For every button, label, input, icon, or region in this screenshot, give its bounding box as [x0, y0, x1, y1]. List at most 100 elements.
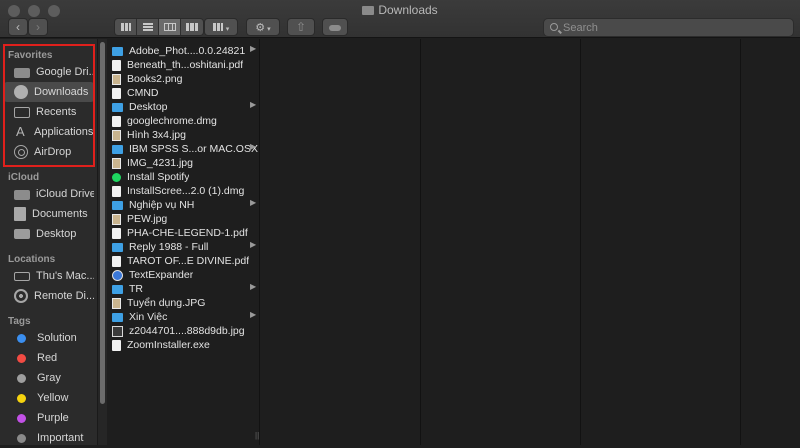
- document-icon: [112, 185, 121, 197]
- icon-view-button[interactable]: [115, 19, 137, 35]
- file-name: IMG_4231.jpg: [127, 157, 193, 169]
- sidebar-tag-gray[interactable]: Gray: [4, 368, 94, 388]
- file-row[interactable]: TR ▶: [112, 282, 260, 296]
- column-browser: Adobe_Phot....0.0.24821 ▶ Beneath_th...osh…: [108, 39, 800, 445]
- file-name: googlechrome.dmg: [127, 115, 217, 127]
- file-name: Desktop: [129, 101, 168, 113]
- sidebar: Favorites Google Dri... Downloads Recent…: [0, 39, 97, 445]
- file-row[interactable]: ZoomInstaller.exe: [112, 338, 260, 352]
- file-row[interactable]: Books2.png: [112, 72, 260, 86]
- column-divider[interactable]: [420, 39, 421, 445]
- disc-icon: [14, 289, 28, 303]
- file-row[interactable]: IBM SPSS S...or MAC.OSX ▶: [112, 142, 260, 156]
- list-icon: [142, 23, 153, 31]
- file-name: IBM SPSS S...or MAC.OSX: [129, 143, 258, 155]
- sidebar-item-downloads[interactable]: Downloads: [4, 82, 94, 102]
- file-row[interactable]: TextExpander: [112, 268, 260, 282]
- sidebar-section-tags: Tags: [8, 316, 31, 327]
- gear-icon: ⚙: [255, 22, 266, 34]
- folder-icon: [112, 312, 123, 322]
- folder-icon: [112, 284, 123, 294]
- file-row[interactable]: InstallScree...2.0 (1).dmg: [112, 184, 260, 198]
- action-button[interactable]: ⚙ ▾: [246, 18, 280, 36]
- sidebar-item-documents[interactable]: Documents: [4, 204, 94, 224]
- tag-dot-icon: [17, 393, 26, 403]
- image-file-icon: [112, 297, 121, 309]
- laptop-icon: [14, 271, 30, 281]
- sidebar-item-remote-disc[interactable]: Remote Di...: [4, 286, 94, 306]
- file-row[interactable]: Desktop ▶: [112, 100, 260, 114]
- share-button[interactable]: ⇧: [287, 18, 315, 36]
- image-file-icon: [112, 213, 121, 225]
- sidebar-tag-red[interactable]: Red: [4, 348, 94, 368]
- desktop-icon: [14, 229, 30, 239]
- sidebar-item-airdrop[interactable]: AirDrop: [4, 142, 94, 162]
- sidebar-tag-important[interactable]: Important: [4, 428, 94, 448]
- sidebar-item-google-drive[interactable]: Google Dri...: [4, 62, 94, 82]
- file-row[interactable]: TAROT OF...E DIVINE.pdf: [112, 254, 260, 268]
- sidebar-item-recents[interactable]: Recents: [4, 102, 94, 122]
- gallery-view-button[interactable]: [181, 19, 203, 35]
- scrollbar-thumb[interactable]: [100, 42, 105, 404]
- file-row[interactable]: Adobe_Phot....0.0.24821 ▶: [112, 44, 260, 58]
- tag-dot-icon: [17, 373, 26, 383]
- grid-icon: [120, 23, 131, 31]
- file-row[interactable]: Nghiệp vụ NH ▶: [112, 198, 260, 212]
- file-name: Books2.png: [127, 73, 183, 85]
- file-row[interactable]: IMG_4231.jpg: [112, 156, 260, 170]
- folder-icon: [112, 144, 123, 154]
- chevron-down-icon: ▾: [267, 26, 271, 33]
- column-view-button[interactable]: [159, 19, 181, 35]
- sidebar-section-favorites: Favorites: [8, 50, 53, 61]
- spotify-icon: [112, 172, 121, 182]
- file-row[interactable]: Tuyển dụng.JPG: [112, 296, 260, 310]
- file-name: Adobe_Phot....0.0.24821: [129, 45, 246, 57]
- file-row[interactable]: Xin Việc ▶: [112, 310, 260, 324]
- textexpander-icon: [112, 269, 123, 281]
- image-file-icon: [112, 157, 121, 169]
- column-divider[interactable]: [740, 39, 741, 445]
- list-view-button[interactable]: [137, 19, 159, 35]
- sidebar-scrollbar[interactable]: [97, 39, 107, 445]
- file-row[interactable]: Beneath_th...oshitani.pdf: [112, 58, 260, 72]
- columns-icon: [163, 23, 176, 31]
- sidebar-item-applications[interactable]: Applications: [4, 122, 94, 142]
- sidebar-tag-yellow[interactable]: Yellow: [4, 388, 94, 408]
- file-name: Install Spotify: [127, 171, 190, 183]
- sidebar-item-icloud-drive[interactable]: iCloud Drive: [4, 184, 94, 204]
- search-field[interactable]: Search: [543, 18, 794, 37]
- group-button[interactable]: ▾: [204, 18, 238, 36]
- file-row[interactable]: Reply 1988 - Full ▶: [112, 240, 260, 254]
- file-row[interactable]: Hình 3x4.jpg: [112, 128, 260, 142]
- search-icon: [550, 23, 558, 31]
- file-row[interactable]: PHA-CHE-LEGEND-1.pdf: [112, 226, 260, 240]
- forward-button[interactable]: ›: [28, 18, 48, 36]
- sidebar-item-mac[interactable]: Thu's Mac...: [4, 266, 94, 286]
- column-divider[interactable]: [259, 39, 260, 445]
- file-name: Tuyển dụng.JPG: [127, 297, 206, 309]
- sidebar-tag-solution[interactable]: Solution: [4, 328, 94, 348]
- file-name: Xin Việc: [129, 311, 168, 323]
- edit-tags-button[interactable]: [322, 18, 348, 36]
- cloud-icon: [14, 190, 30, 200]
- back-button[interactable]: ‹: [8, 18, 28, 36]
- file-name: ZoomInstaller.exe: [127, 339, 210, 351]
- folder-icon: [112, 46, 123, 56]
- tag-dot-icon: [17, 353, 26, 363]
- sidebar-tag-purple[interactable]: Purple: [4, 408, 94, 428]
- column-divider[interactable]: [580, 39, 581, 445]
- file-row[interactable]: googlechrome.dmg: [112, 114, 260, 128]
- tag-dot-icon: [17, 413, 26, 423]
- document-icon: [14, 207, 26, 221]
- chevron-right-icon: ›: [36, 20, 40, 34]
- file-name: Reply 1988 - Full: [129, 241, 209, 253]
- column-resize-handle[interactable]: ||: [255, 431, 259, 440]
- disclosure-chevron-icon: ▶: [250, 198, 257, 207]
- file-row[interactable]: PEW.jpg: [112, 212, 260, 226]
- file-row[interactable]: z2044701....888d9db.jpg: [112, 324, 260, 338]
- tag-dot-icon: [17, 333, 26, 343]
- file-row[interactable]: Install Spotify: [112, 170, 260, 184]
- file-name: CMND: [127, 87, 159, 99]
- sidebar-item-desktop[interactable]: Desktop: [4, 224, 94, 244]
- file-row[interactable]: CMND: [112, 86, 260, 100]
